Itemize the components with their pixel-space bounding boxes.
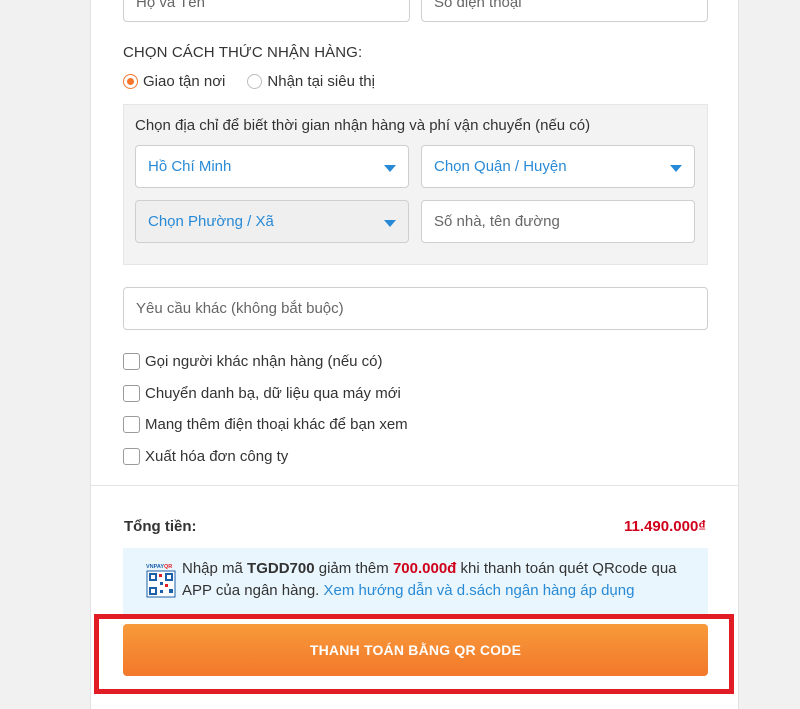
city-select[interactable]: Hồ Chí Minh — [135, 145, 409, 188]
svg-text:VNPAY: VNPAY — [146, 564, 164, 570]
promo-text-part: giảm thêm — [314, 560, 393, 577]
promo-text: Nhập mã TGDD700 giảm thêm 700.000đ khi t… — [182, 558, 702, 602]
checkbox-label: Chuyển danh bạ, dữ liệu qua máy mới — [145, 384, 401, 402]
pay-qr-button[interactable]: THANH TOÁN BẰNG QR CODE — [123, 624, 708, 676]
street-input[interactable]: Số nhà, tên đường — [421, 200, 695, 243]
divider — [91, 485, 738, 486]
radio-store-pickup[interactable]: Nhận tại siêu thị — [247, 73, 375, 90]
name-placeholder: Họ và Tên — [136, 0, 205, 11]
checkbox-icon — [123, 384, 140, 402]
checkbox-icon — [123, 416, 140, 434]
extra-options: Gọi người khác nhận hàng (nếu có) Chuyển… — [123, 346, 408, 472]
ward-select-value: Chọn Phường / Xã — [148, 213, 274, 230]
pay-qr-button-label: THANH TOÁN BẰNG QR CODE — [309, 642, 522, 658]
radio-unchecked-icon — [247, 74, 263, 89]
chevron-down-icon — [384, 220, 396, 227]
street-placeholder: Số nhà, tên đường — [434, 213, 560, 230]
checkbox-label: Xuất hóa đơn công ty — [145, 447, 289, 465]
promo-guide-link[interactable]: Xem hướng dẫn và d.sách ngân hàng áp dụn… — [324, 582, 635, 599]
checkbox-label: Gọi người khác nhận hàng (nếu có) — [145, 353, 383, 371]
phone-field[interactable]: Số điện thoại — [421, 0, 708, 22]
note-placeholder: Yêu cầu khác (không bắt buộc) — [136, 300, 344, 317]
address-hint: Chọn địa chỉ để biết thời gian nhận hàng… — [135, 117, 591, 134]
city-select-value: Hồ Chí Minh — [148, 158, 232, 175]
phone-placeholder: Số điện thoại — [434, 0, 522, 11]
promo-text-part: Nhập mã — [182, 560, 248, 577]
total-value: 11.490.000₫ — [624, 518, 706, 535]
radio-checked-icon — [123, 74, 138, 89]
checkbox-icon — [123, 353, 140, 371]
delivery-method-options: Giao tận nơi Nhận tại siêu thị — [123, 73, 375, 90]
checkbox-company-invoice[interactable]: Xuất hóa đơn công ty — [123, 441, 408, 473]
checkbox-label: Mang thêm điện thoại khác để bạn xem — [145, 416, 408, 434]
note-input[interactable]: Yêu cầu khác (không bắt buộc) — [123, 287, 708, 330]
vnpay-qr-icon: VNPAY QR — [146, 564, 176, 598]
chevron-down-icon — [384, 165, 396, 172]
chevron-down-icon — [670, 165, 682, 172]
district-select-value: Chọn Quận / Huyện — [434, 158, 567, 175]
district-select[interactable]: Chọn Quận / Huyện — [421, 145, 695, 188]
total-label: Tổng tiền: — [124, 518, 197, 535]
ward-select[interactable]: Chọn Phường / Xã — [135, 200, 409, 243]
radio-store-pickup-label: Nhận tại siêu thị — [267, 73, 375, 90]
checkbox-call-other-person[interactable]: Gọi người khác nhận hàng (nếu có) — [123, 346, 408, 378]
name-field[interactable]: Họ và Tên — [123, 0, 410, 22]
delivery-section-title: CHỌN CÁCH THỨC NHẬN HÀNG: — [123, 44, 363, 61]
checkbox-icon — [123, 447, 140, 465]
checkbox-transfer-contacts[interactable]: Chuyển danh bạ, dữ liệu qua máy mới — [123, 378, 408, 410]
promo-code: TGDD700 — [247, 560, 315, 577]
checkout-panel: Họ và Tên Số điện thoại CHỌN CÁCH THỨC N… — [90, 0, 739, 709]
svg-text:QR: QR — [164, 564, 172, 570]
promo-amount: 700.000đ — [392, 560, 457, 577]
checkbox-bring-other-phone[interactable]: Mang thêm điện thoại khác để bạn xem — [123, 409, 408, 441]
promo-banner: VNPAY QR Nhập mã TGDD700 giảm thêm 700.0… — [123, 548, 708, 614]
address-box: Chọn địa chỉ để biết thời gian nhận hàng… — [123, 104, 708, 265]
radio-home-delivery[interactable]: Giao tận nơi — [123, 73, 225, 90]
radio-home-delivery-label: Giao tận nơi — [143, 73, 226, 90]
